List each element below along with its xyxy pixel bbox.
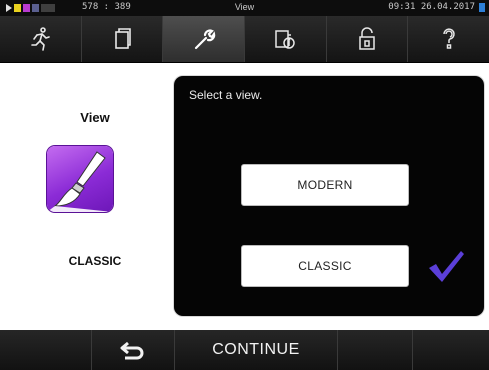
question-mark-icon [442, 28, 455, 49]
tab-wrench[interactable] [163, 16, 246, 62]
status-bar: 578 : 389 View 09:31 26.04.2017 [0, 0, 489, 16]
clock: 09:31 26.04.2017 [388, 2, 475, 12]
info-document-icon [275, 30, 296, 49]
padlock-icon [359, 27, 375, 50]
tab-padlock[interactable] [327, 16, 409, 62]
usb-icon [479, 3, 485, 12]
tab-runner[interactable] [0, 16, 82, 62]
main-toolbar [0, 16, 489, 63]
wrench-icon [194, 29, 215, 50]
bottom-divider [174, 330, 338, 370]
tab-help[interactable] [408, 16, 489, 62]
tab-info-document[interactable] [245, 16, 327, 62]
modern-view-button[interactable]: MODERN [241, 164, 409, 206]
bottom-divider [0, 330, 92, 370]
classic-view-button[interactable]: CLASSIC [241, 245, 409, 287]
bottom-divider [337, 330, 413, 370]
paintbrush-icon [47, 151, 113, 212]
checkmark-icon [429, 251, 464, 282]
tab-document[interactable] [82, 16, 164, 62]
runner-icon [31, 27, 51, 51]
section-title: View [80, 110, 110, 125]
view-tile [47, 146, 113, 212]
panel-prompt: Select a view. [189, 88, 263, 102]
bottom-bar: CONTINUE [0, 330, 489, 370]
view-selection-panel: Select a view. MODERN CLASSIC [174, 76, 484, 316]
date: 26.04.2017 [420, 2, 475, 12]
current-view-label: CLASSIC [68, 254, 122, 268]
time: 09:31 [388, 2, 416, 12]
document-icon [115, 28, 131, 49]
bottom-divider [91, 330, 175, 370]
